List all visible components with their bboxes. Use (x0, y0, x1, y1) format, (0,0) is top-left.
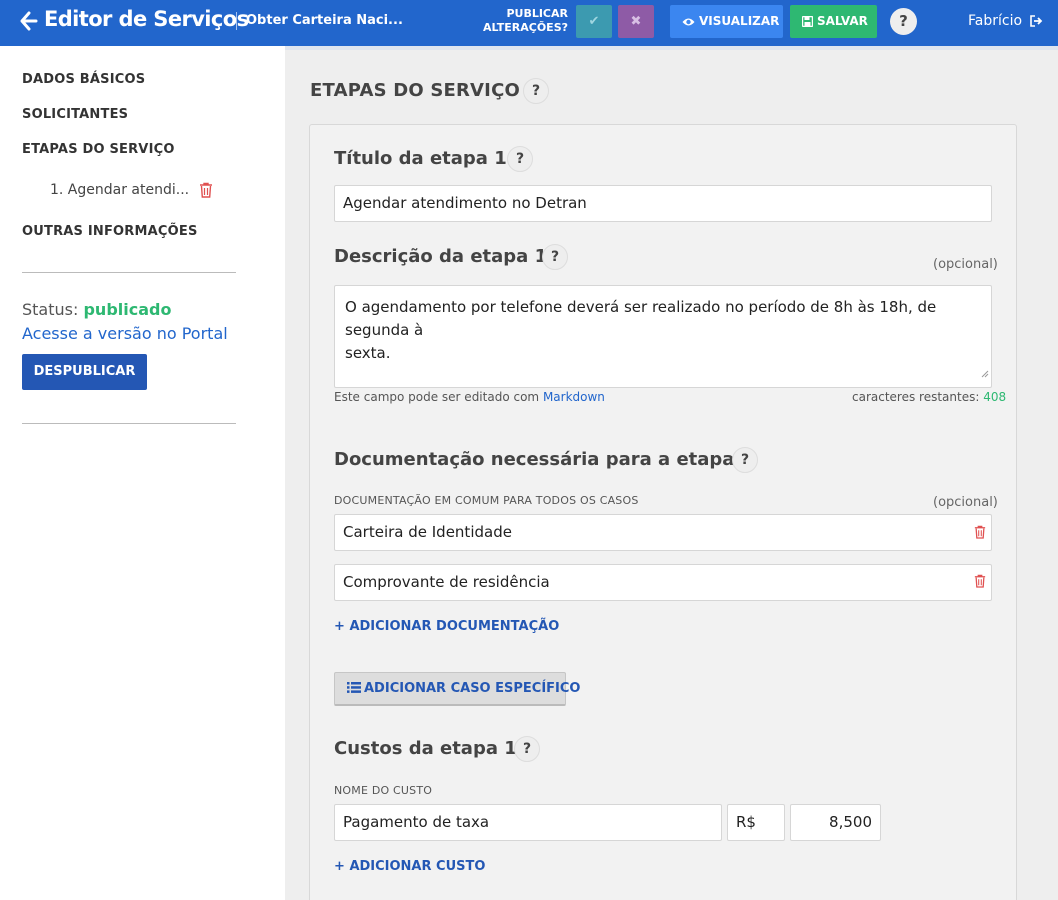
arrow-left-icon[interactable] (20, 10, 40, 32)
divider (22, 272, 236, 273)
section-title: ETAPAS DO SERVIÇO (310, 80, 520, 101)
help-icon[interactable]: ? (507, 146, 533, 172)
top-bar: Editor de Serviços Obter Carteira Naci..… (0, 0, 1058, 46)
sidebar-item-outras-informacoes[interactable]: OUTRAS INFORMAÇÕES (22, 224, 198, 239)
cost-name-input[interactable]: Pagamento de taxa (334, 804, 722, 841)
status-value: publicado (83, 300, 172, 319)
save-label: SALVAR (817, 14, 868, 28)
add-cost-label: ADICIONAR CUSTO (349, 859, 486, 874)
floppy-icon (801, 15, 814, 28)
publish-label-line1: PUBLICAR (506, 7, 568, 20)
user-menu[interactable]: Fabrício (968, 13, 1043, 29)
logout-icon[interactable] (1030, 15, 1043, 27)
publish-changes-label: PUBLICAR ALTERAÇÕES? (470, 7, 568, 35)
add-documentation-link[interactable]: + ADICIONAR DOCUMENTAÇÃO (334, 619, 559, 634)
optional-label: (opcional) (933, 257, 998, 272)
plus-icon: + (334, 859, 345, 874)
step-description-label: Descrição da etapa 1 (334, 246, 548, 267)
main-top-border (285, 46, 1058, 50)
app-title[interactable]: Editor de Serviços (44, 7, 249, 31)
resize-grip-icon[interactable] (981, 362, 989, 385)
sidebar-item-etapas[interactable]: ETAPAS DO SERVIÇO (22, 142, 175, 157)
plus-icon: + (334, 619, 345, 634)
sidebar: DADOS BÁSICOS SOLICITANTES ETAPAS DO SER… (0, 46, 285, 900)
add-cost-link[interactable]: + ADICIONAR CUSTO (334, 859, 485, 874)
costs-label: Custos da etapa 1 (334, 738, 517, 759)
step-description-textarea[interactable]: O agendamento por telefone deverá ser re… (334, 285, 992, 388)
service-name: Obter Carteira Naci... (246, 13, 403, 28)
portal-link[interactable]: Acesse a versão no Portal (22, 324, 228, 343)
divider (22, 423, 236, 424)
currency-select[interactable]: R$ (727, 804, 785, 841)
add-specific-case-label: ADICIONAR CASO ESPECÍFICO (364, 681, 581, 696)
sidebar-subitem-step-1[interactable]: 1. Agendar atendi... (50, 182, 189, 198)
list-icon (347, 682, 361, 693)
cost-name-caption: NOME DO CUSTO (334, 784, 433, 797)
eye-icon (682, 18, 695, 26)
document-input[interactable]: Carteira de Identidade (334, 514, 992, 551)
trash-icon[interactable] (974, 573, 986, 592)
preview-button[interactable]: VISUALIZAR (670, 5, 783, 38)
chars-remaining-count: 408 (983, 390, 1007, 404)
step-title-input[interactable]: Agendar atendimento no Detran (334, 185, 992, 222)
status-label: Status: (22, 300, 79, 319)
status-line: Status: publicado (22, 300, 171, 319)
add-documentation-label: ADICIONAR DOCUMENTAÇÃO (349, 619, 560, 634)
description-line-2: sexta. (345, 344, 391, 362)
check-icon: ✔ (588, 14, 600, 29)
description-line-1: O agendamento por telefone deverá ser re… (345, 298, 937, 339)
help-icon[interactable]: ? (523, 78, 549, 104)
help-icon[interactable]: ? (514, 736, 540, 762)
markdown-link[interactable]: Markdown (543, 390, 605, 404)
optional-label: (opcional) (933, 495, 998, 510)
publish-label-line2: ALTERAÇÕES? (483, 21, 568, 34)
chars-remaining-label: caracteres restantes: (852, 390, 980, 404)
chars-remaining: caracteres restantes: 408 (852, 390, 1006, 404)
close-icon: ✖ (630, 14, 642, 29)
unpublish-button[interactable]: DESPUBLICAR (22, 354, 147, 390)
document-input[interactable]: Comprovante de residência (334, 564, 992, 601)
help-icon[interactable]: ? (732, 447, 758, 473)
markdown-hint-text: Este campo pode ser editado com (334, 390, 540, 404)
common-docs-caption: DOCUMENTAÇÃO EM COMUM PARA TODOS OS CASO… (334, 494, 639, 507)
trash-icon[interactable] (199, 182, 213, 202)
documentation-label: Documentação necessária para a etapa 1 (334, 449, 754, 470)
user-name: Fabrício (968, 13, 1023, 29)
preview-label: VISUALIZAR (699, 14, 780, 28)
sidebar-item-dados-basicos[interactable]: DADOS BÁSICOS (22, 72, 145, 87)
cost-value-input[interactable]: 8,500 (790, 804, 881, 841)
add-specific-case-button[interactable]: ADICIONAR CASO ESPECÍFICO (334, 672, 580, 706)
step-title-label: Título da etapa 1 (334, 148, 507, 169)
sidebar-item-solicitantes[interactable]: SOLICITANTES (22, 107, 128, 122)
save-button[interactable]: SALVAR (790, 5, 877, 38)
help-icon[interactable]: ? (542, 244, 568, 270)
trash-icon[interactable] (974, 524, 986, 543)
header-divider (236, 12, 237, 30)
cancel-publish-button[interactable]: ✖ (618, 5, 654, 38)
help-icon[interactable]: ? (890, 8, 917, 35)
confirm-publish-button[interactable]: ✔ (576, 5, 612, 38)
markdown-hint: Este campo pode ser editado com Markdown (334, 390, 605, 404)
